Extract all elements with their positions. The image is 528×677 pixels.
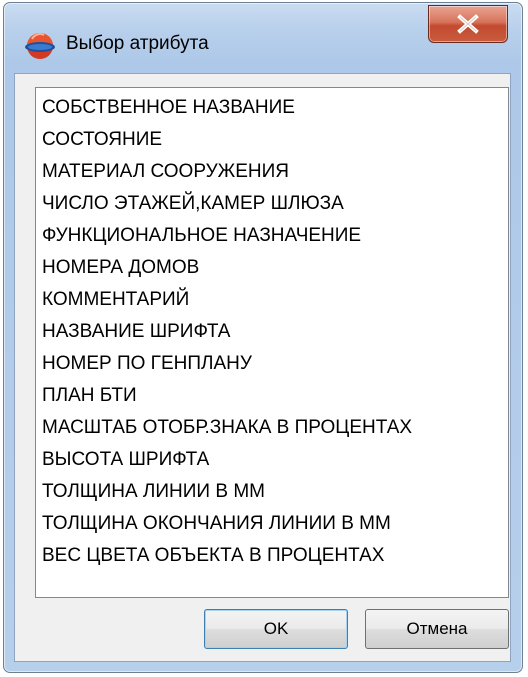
list-item[interactable]: ФУНКЦИОНАЛЬНОЕ НАЗНАЧЕНИЕ [42, 220, 361, 252]
list-item[interactable]: ЧИСЛО ЭТАЖЕЙ,КАМЕР ШЛЮЗА [42, 188, 344, 220]
list-item[interactable]: КОММЕНТАРИЙ [42, 284, 189, 316]
list-item[interactable]: ВЫСОТА ШРИФТА [42, 444, 209, 476]
title-bar[interactable]: Выбор атрибута [4, 3, 522, 73]
cancel-button[interactable]: Отмена [365, 609, 509, 649]
dialog-window: Выбор атрибута СОБСТВЕННОЕ НАЗВАНИЕ СОСТ… [3, 2, 523, 673]
list-item[interactable]: МАСШТАБ ОТОБР.ЗНАКА В ПРОЦЕНТАХ [42, 412, 412, 444]
close-icon [457, 14, 479, 34]
list-item[interactable]: МАТЕРИАЛ СООРУЖЕНИЯ [42, 156, 289, 188]
attribute-list[interactable]: СОБСТВЕННОЕ НАЗВАНИЕ СОСТОЯНИЕ МАТЕРИАЛ … [35, 87, 509, 598]
app-icon [25, 33, 55, 59]
list-item[interactable]: ПЛАН БТИ [42, 380, 137, 412]
close-button[interactable] [428, 5, 508, 43]
dialog-body: СОБСТВЕННОЕ НАЗВАНИЕ СОСТОЯНИЕ МАТЕРИАЛ … [14, 73, 511, 662]
list-item[interactable]: ВЕС ЦВЕТА ОБЪЕКТА В ПРОЦЕНТАХ [42, 540, 384, 572]
list-item[interactable]: НАЗВАНИЕ ШРИФТА [42, 316, 230, 348]
list-item[interactable]: НОМЕР ПО ГЕНПЛАНУ [42, 348, 252, 380]
list-item[interactable]: СОБСТВЕННОЕ НАЗВАНИЕ [42, 92, 295, 124]
window-title: Выбор атрибута [66, 33, 209, 54]
ok-button[interactable]: OK [204, 609, 348, 649]
list-item[interactable]: ТОЛЩИНА ОКОНЧАНИЯ ЛИНИИ В ММ [42, 508, 391, 540]
list-item[interactable]: НОМЕРА ДОМОВ [42, 252, 199, 284]
list-item[interactable]: ТОЛЩИНА ЛИНИИ В ММ [42, 476, 265, 508]
list-item[interactable]: СОСТОЯНИЕ [42, 124, 162, 156]
